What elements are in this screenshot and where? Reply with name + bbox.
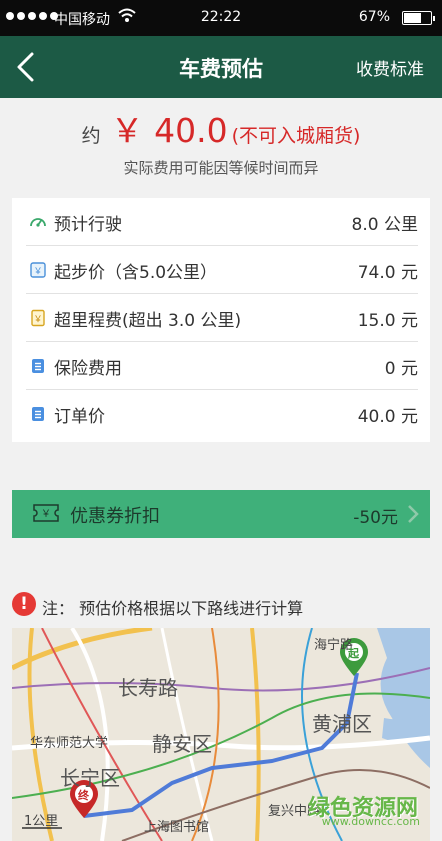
svg-text:￥: ￥ bbox=[33, 315, 42, 325]
coupon-value: -50元 bbox=[353, 508, 398, 528]
price-estimate: 约 ￥ 40.0 (不可入城厢货) bbox=[0, 104, 442, 154]
price-approx-label: 约 bbox=[81, 125, 101, 147]
battery-percent: 67% bbox=[358, 9, 390, 25]
tag-icon: ￥ bbox=[29, 309, 47, 327]
fee-value: 0 元 bbox=[384, 359, 418, 379]
svg-text:￥: ￥ bbox=[33, 267, 42, 277]
document-icon bbox=[29, 405, 47, 423]
end-marker-label: 终 bbox=[78, 789, 89, 802]
price-subnote: 实际费用可能因等候时间而异 bbox=[123, 159, 319, 177]
coupon-icon: ￥ bbox=[32, 502, 60, 524]
warning-icon: ! bbox=[12, 592, 36, 616]
coupon-label: 优惠券折扣 bbox=[70, 506, 160, 527]
route-note: ! 注： 预估价格根据以下路线进行计算 bbox=[12, 592, 432, 618]
fee-value: 40.0 元 bbox=[357, 407, 418, 427]
map-label: 长寿路 bbox=[118, 676, 178, 700]
map-label: 华东师范大学 bbox=[30, 736, 109, 751]
fee-row-distance: 预计行驶 8.0 公里 bbox=[12, 198, 430, 246]
status-bar: 中国移动 22:22 67% bbox=[0, 0, 442, 36]
fee-value: 8.0 公里 bbox=[351, 215, 418, 235]
fee-label: 保险费用 bbox=[54, 359, 122, 379]
coupon-discount-button[interactable]: ￥ 优惠券折扣 -50元 bbox=[12, 490, 430, 538]
price-amount: ￥ 40.0 bbox=[110, 111, 228, 150]
fee-label: 起步价（含5.0公里） bbox=[54, 263, 218, 283]
nav-bar: 车费预估 收费标准 bbox=[0, 36, 442, 98]
fee-row-insurance: 保险费用 0 元 bbox=[12, 342, 430, 390]
svg-text:￥: ￥ bbox=[41, 509, 51, 520]
start-marker-label: 起 bbox=[348, 647, 359, 660]
river-shape bbox=[377, 628, 430, 768]
fee-label: 超里程费(超出 3.0 公里) bbox=[54, 311, 242, 331]
map-label: 黄浦区 bbox=[312, 712, 372, 736]
fee-standard-button[interactable]: 收费标准 bbox=[356, 55, 424, 80]
fee-value: 15.0 元 bbox=[357, 311, 418, 331]
map-label: 上海图书馆 bbox=[144, 820, 210, 835]
battery-icon bbox=[402, 11, 435, 25]
fee-label: 订单价 bbox=[54, 407, 105, 427]
receipt-icon: ￥ bbox=[29, 261, 47, 279]
fee-row-total: 订单价 40.0 元 bbox=[12, 390, 430, 438]
route-note-text: 注： 预估价格根据以下路线进行计算 bbox=[42, 599, 304, 618]
watermark-url: www.downcc.com bbox=[321, 815, 420, 828]
price-note: (不可入城厢货) bbox=[231, 125, 361, 147]
chevron-right-icon bbox=[406, 503, 420, 525]
map-label: 静安区 bbox=[152, 732, 212, 756]
map-scale-label: 1公里 bbox=[24, 814, 59, 829]
fee-value: 74.0 元 bbox=[357, 263, 418, 283]
fee-row-overmile: ￥ 超里程费(超出 3.0 公里) 15.0 元 bbox=[12, 294, 430, 342]
speedometer-icon bbox=[29, 213, 47, 231]
document-icon bbox=[29, 357, 47, 375]
map-label: 长宁区 bbox=[60, 766, 120, 790]
fee-breakdown: 预计行驶 8.0 公里 ￥ 起步价（含5.0公里） 74.0 元 ￥ 超里程费(… bbox=[12, 198, 430, 442]
fee-row-base: ￥ 起步价（含5.0公里） 74.0 元 bbox=[12, 246, 430, 294]
fee-label: 预计行驶 bbox=[54, 215, 122, 235]
